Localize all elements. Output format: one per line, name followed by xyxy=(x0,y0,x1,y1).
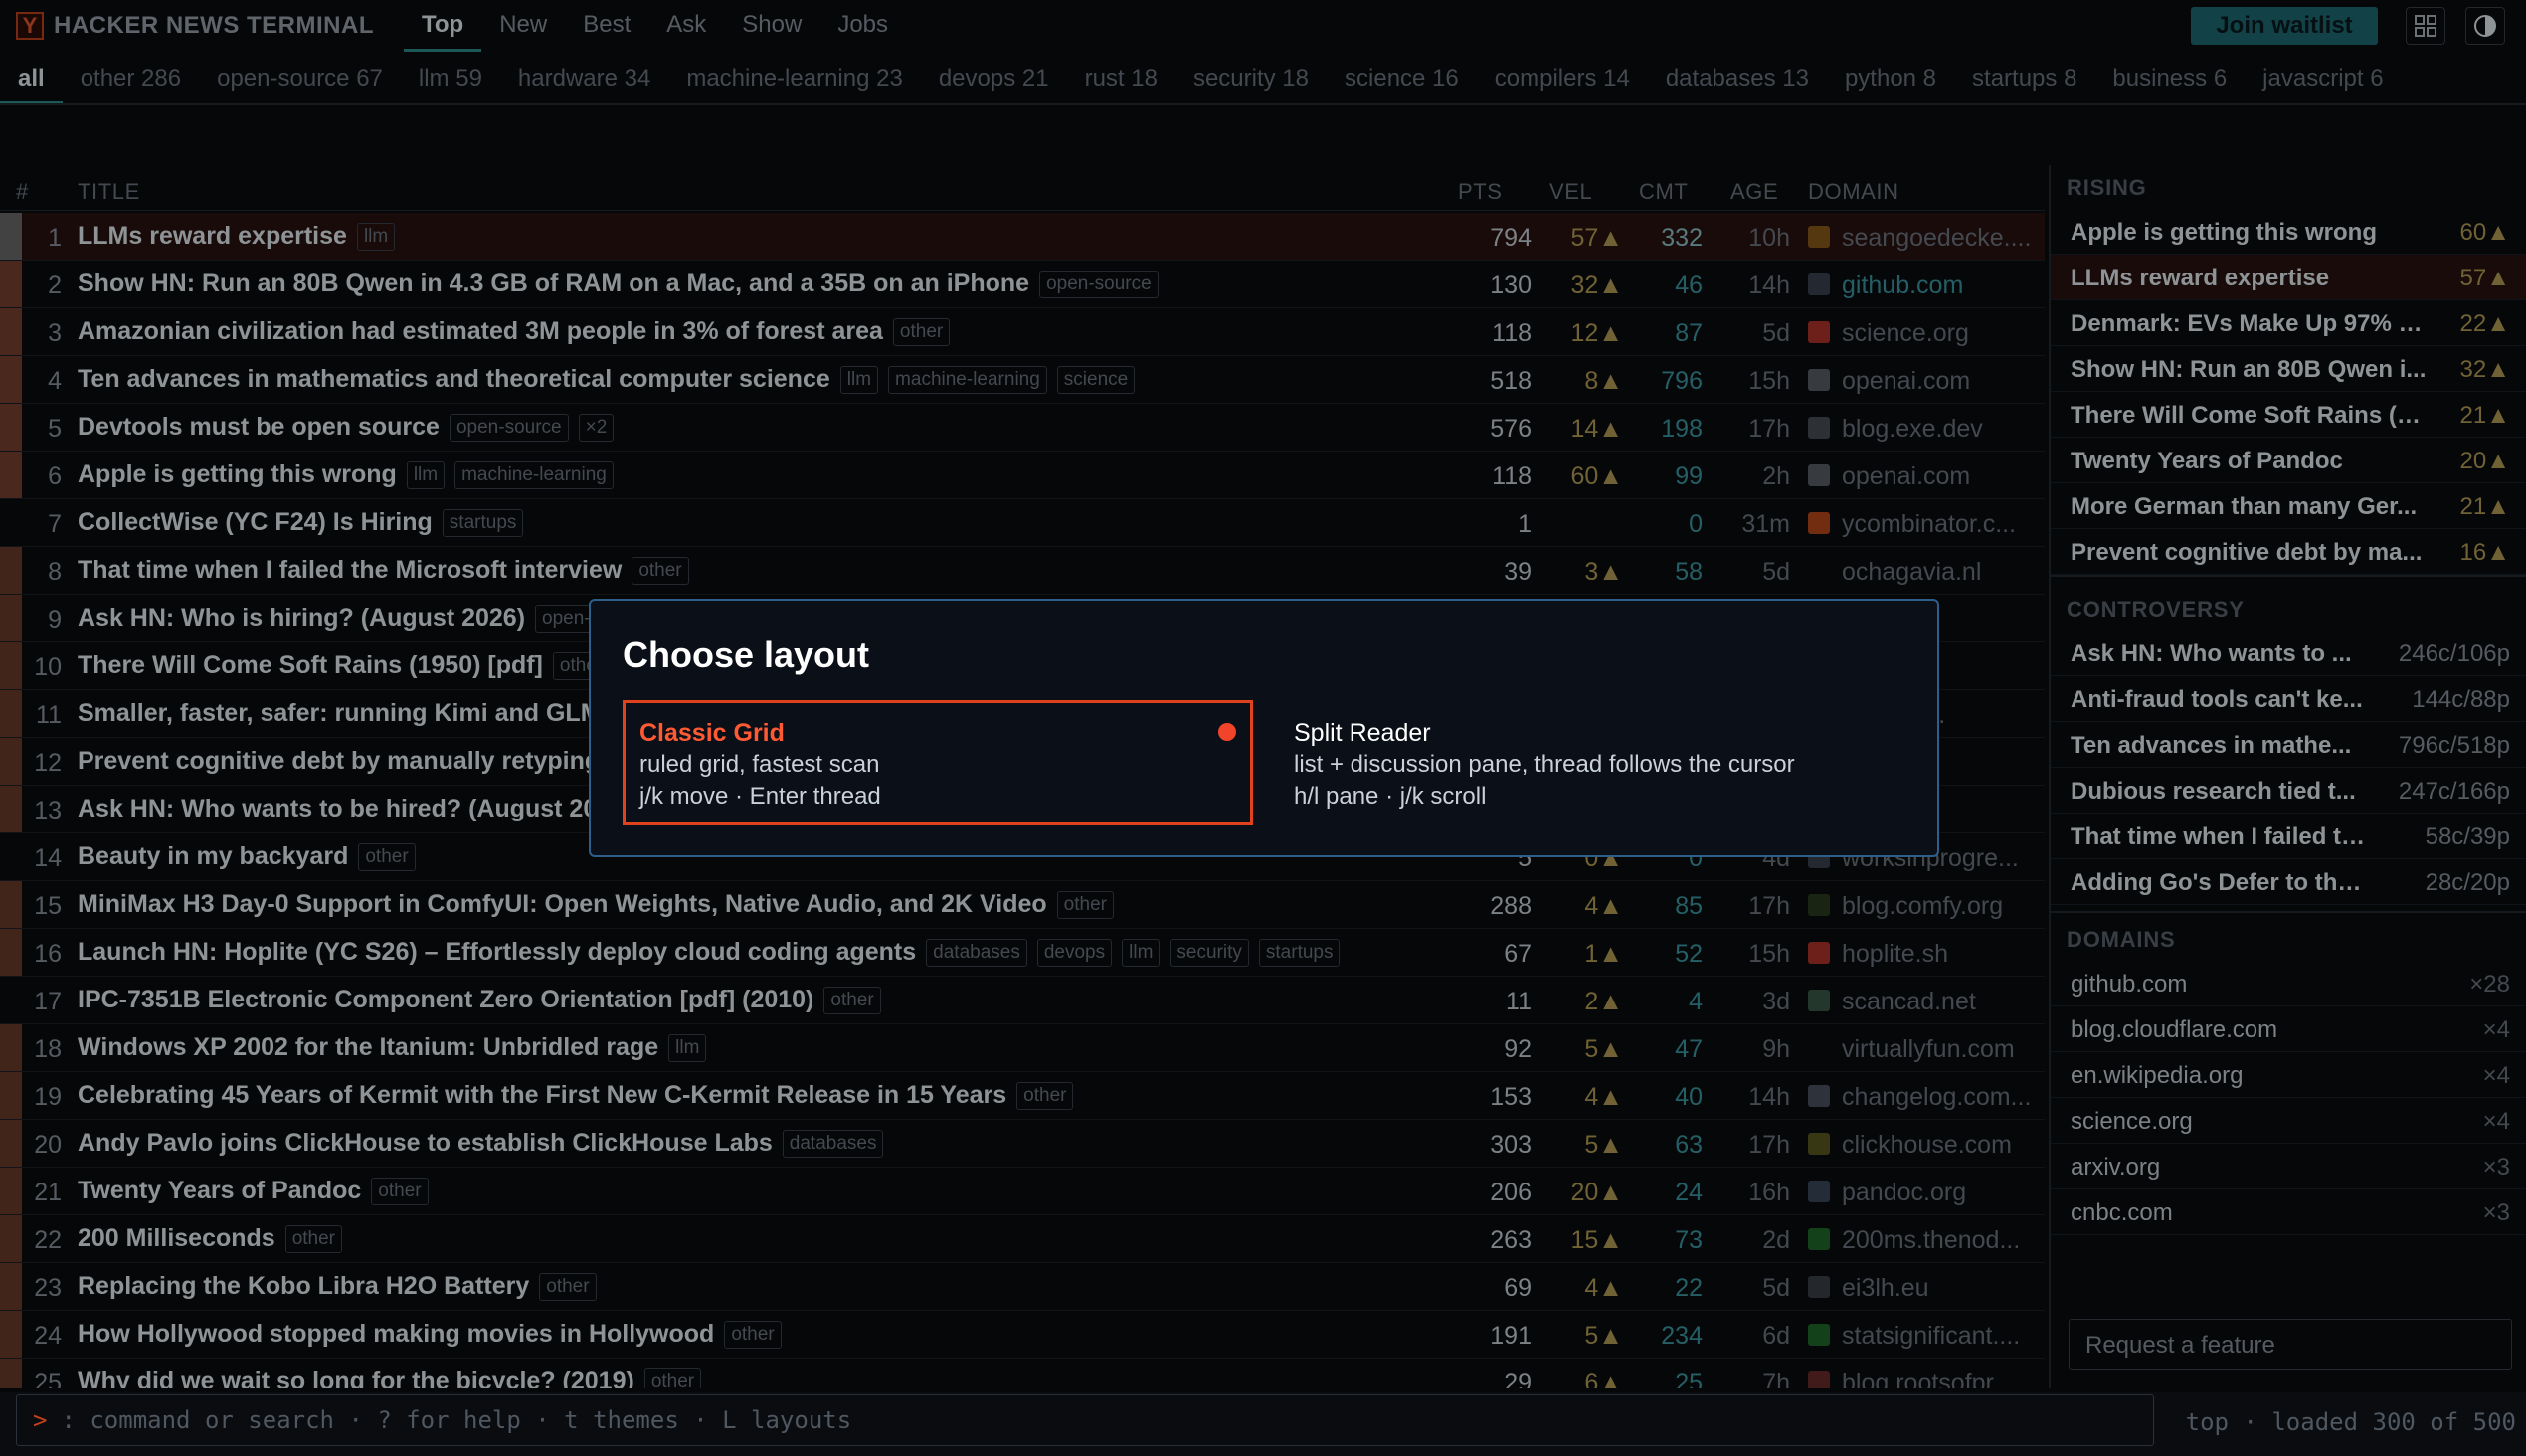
command-input[interactable] xyxy=(61,1406,2153,1434)
option-name: Split Reader xyxy=(1294,719,1431,747)
layout-option-classic-grid[interactable]: Classic Grid ruled grid, fastest scan j/… xyxy=(623,700,1253,825)
layout-option-split-reader[interactable]: Split Reader list + discussion pane, thr… xyxy=(1277,700,1903,825)
selected-dot-icon xyxy=(1218,723,1236,741)
option-keys: j/k move · Enter thread xyxy=(639,783,881,810)
command-bar: > xyxy=(16,1394,2154,1446)
option-description: ruled grid, fastest scan xyxy=(639,751,880,778)
option-description: list + discussion pane, thread follows t… xyxy=(1294,751,1795,778)
choose-layout-dialog: Choose layout Classic Grid ruled grid, f… xyxy=(589,599,1939,857)
prompt-symbol: > xyxy=(33,1406,48,1434)
load-status: top · loaded 300 of 500 xyxy=(2185,1408,2516,1436)
dialog-title: Choose layout xyxy=(623,635,870,675)
option-name: Classic Grid xyxy=(639,719,785,747)
option-keys: h/l pane · j/k scroll xyxy=(1294,783,1487,810)
